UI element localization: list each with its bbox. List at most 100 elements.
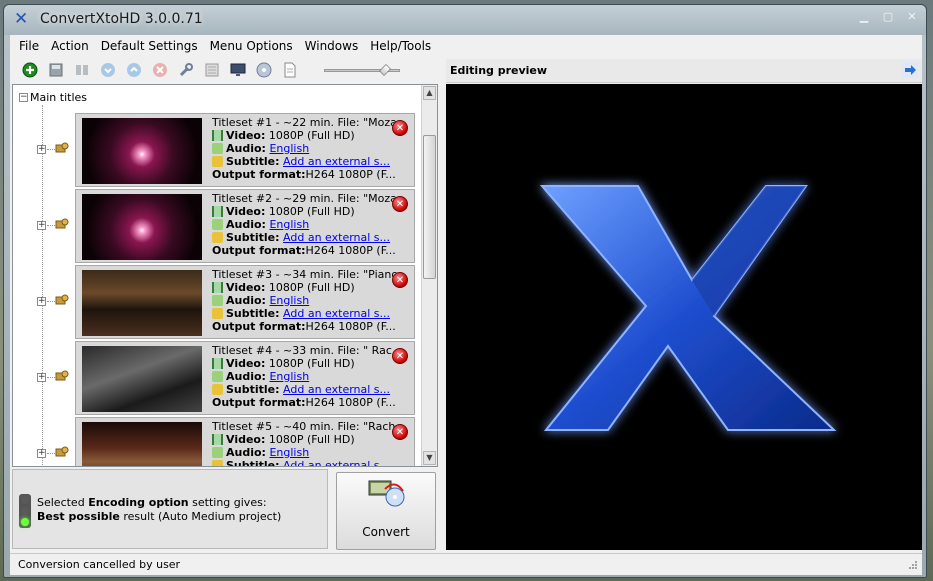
status-text: Conversion cancelled by user <box>18 558 181 571</box>
tree-scrollbar[interactable]: ▲ ▼ <box>421 85 437 466</box>
move-up-icon <box>127 63 141 77</box>
split-button[interactable] <box>72 60 92 80</box>
subtitle-link[interactable]: Add an external s... <box>283 231 390 244</box>
title-info: Titleset #4 - ~33 min. File: " Rac... Vi… <box>212 344 403 409</box>
monitor-button[interactable] <box>228 60 248 80</box>
arrow-right-icon[interactable] <box>902 62 918 78</box>
audio-link[interactable]: English <box>269 294 309 307</box>
chapters-icon <box>205 63 219 77</box>
audio-link[interactable]: English <box>269 218 309 231</box>
disc-button[interactable] <box>254 60 274 80</box>
app-logo-icon: ✕ <box>14 9 29 29</box>
editing-preview[interactable]: X <box>446 84 922 550</box>
titleset-icon <box>55 370 69 381</box>
title-info: Titleset #3 - ~34 min. File: "Piano... V… <box>212 268 409 333</box>
scroll-down-icon[interactable]: ▼ <box>423 451 436 465</box>
video-value: 1080P (Full HD) <box>268 129 355 142</box>
subtitle-link[interactable]: Add an external s... <box>283 155 390 168</box>
audio-icon <box>212 295 223 306</box>
maximize-button[interactable]: ▢ <box>880 10 896 24</box>
menu-menu-options[interactable]: Menu Options <box>204 39 299 53</box>
output-format-value: H264 1080P (F... <box>305 168 396 181</box>
collapse-icon[interactable]: − <box>19 93 28 102</box>
expand-icon[interactable]: + <box>37 145 46 154</box>
save-icon <box>49 63 63 77</box>
convert-button[interactable]: Convert <box>336 472 436 550</box>
preview-title: Editing preview <box>450 64 548 77</box>
tools-button[interactable] <box>176 60 196 80</box>
subtitle-link[interactable]: Add an external s... <box>283 307 390 320</box>
audio-link[interactable]: English <box>269 446 309 459</box>
subtitle-link[interactable]: Add an external s... <box>283 459 390 466</box>
document-button[interactable] <box>280 60 300 80</box>
menu-file[interactable]: File <box>13 39 45 53</box>
move-up-button[interactable] <box>124 60 144 80</box>
menu-action[interactable]: Action <box>45 39 95 53</box>
encoding-summary: Selected Encoding option setting gives: … <box>37 496 282 523</box>
move-down-button[interactable] <box>98 60 118 80</box>
zoom-slider-thumb[interactable] <box>379 64 392 76</box>
chapters-button[interactable] <box>202 60 222 80</box>
title-info: Titleset #5 - ~40 min. File: "Rach... Vi… <box>212 420 412 466</box>
subtitle-link[interactable]: Add an external s... <box>283 383 390 396</box>
menu-help-tools[interactable]: Help/Tools <box>364 39 437 53</box>
preview-logo-letter: X <box>684 503 685 505</box>
menu-bar: File Action Default Settings Menu Option… <box>10 35 922 57</box>
delete-title-button[interactable]: ✕ <box>392 272 408 288</box>
title-thumbnail[interactable] <box>82 270 202 336</box>
output-format-value: H264 1080P (F... <box>305 244 396 257</box>
delete-icon <box>153 63 167 77</box>
preview-header: Editing preview <box>446 59 922 83</box>
scroll-thumb[interactable] <box>423 135 436 279</box>
output-format-value: H264 1080P (F... <box>305 396 396 409</box>
remove-button[interactable] <box>150 60 170 80</box>
title-thumbnail[interactable] <box>82 422 202 466</box>
expand-icon[interactable]: + <box>37 449 46 458</box>
titleset-icon <box>55 218 69 229</box>
audio-icon <box>212 371 223 382</box>
delete-title-button[interactable]: ✕ <box>392 424 408 440</box>
title-info: Titleset #2 - ~29 min. File: "Moza... Vi… <box>212 192 408 257</box>
audio-link[interactable]: English <box>269 370 309 383</box>
title-card[interactable]: Titleset #5 - ~40 min. File: "Rach... Vi… <box>75 417 415 466</box>
expand-icon[interactable]: + <box>37 221 46 230</box>
zoom-slider[interactable] <box>324 60 400 80</box>
title-thumbnail[interactable] <box>82 194 202 260</box>
close-button[interactable]: ✕ <box>904 10 920 24</box>
tree-root[interactable]: − Main titles <box>19 91 87 104</box>
title-thumbnail[interactable] <box>82 346 202 412</box>
add-button[interactable] <box>20 60 40 80</box>
title-card[interactable]: Titleset #3 - ~34 min. File: "Piano... V… <box>75 265 415 339</box>
title-bar[interactable]: ✕ ConvertXtoHD 3.0.0.71 ▁ ▢ ✕ <box>4 5 926 35</box>
menu-windows[interactable]: Windows <box>299 39 365 53</box>
menu-default-settings[interactable]: Default Settings <box>95 39 204 53</box>
status-bar: Conversion cancelled by user <box>10 553 922 575</box>
resize-grip-icon[interactable] <box>908 560 918 570</box>
title-card[interactable]: Titleset #4 - ~33 min. File: " Rac... Vi… <box>75 341 415 415</box>
save-button[interactable] <box>46 60 66 80</box>
title-card[interactable]: Titleset #2 - ~29 min. File: "Moza... Vi… <box>75 189 415 263</box>
delete-title-button[interactable]: ✕ <box>392 196 408 212</box>
monitor-icon <box>230 63 246 76</box>
delete-title-button[interactable]: ✕ <box>392 120 408 136</box>
disc-icon <box>256 62 272 78</box>
title-card[interactable]: Titleset #1 - ~22 min. File: "Moza... Vi… <box>75 113 415 187</box>
video-icon <box>212 206 223 217</box>
subtitle-icon <box>212 156 223 167</box>
title-row: + Titleset #1 - ~22 min. File: "Moza... … <box>13 113 423 187</box>
video-icon <box>212 358 223 369</box>
split-icon <box>76 65 88 75</box>
title-header: Titleset #4 - ~33 min. File: " Rac... <box>212 344 403 357</box>
encoding-panel: Selected Encoding option setting gives: … <box>12 469 328 549</box>
delete-title-button[interactable]: ✕ <box>392 348 408 364</box>
video-value: 1080P (Full HD) <box>268 433 355 446</box>
expand-icon[interactable]: + <box>37 297 46 306</box>
video-value: 1080P (Full HD) <box>268 205 355 218</box>
scroll-up-icon[interactable]: ▲ <box>423 86 436 100</box>
titleset-icon <box>55 294 69 305</box>
expand-icon[interactable]: + <box>37 373 46 382</box>
title-thumbnail[interactable] <box>82 118 202 184</box>
window-title: ConvertXtoHD 3.0.0.71 <box>40 11 203 27</box>
minimize-button[interactable]: ▁ <box>856 10 872 24</box>
audio-link[interactable]: English <box>269 142 309 155</box>
